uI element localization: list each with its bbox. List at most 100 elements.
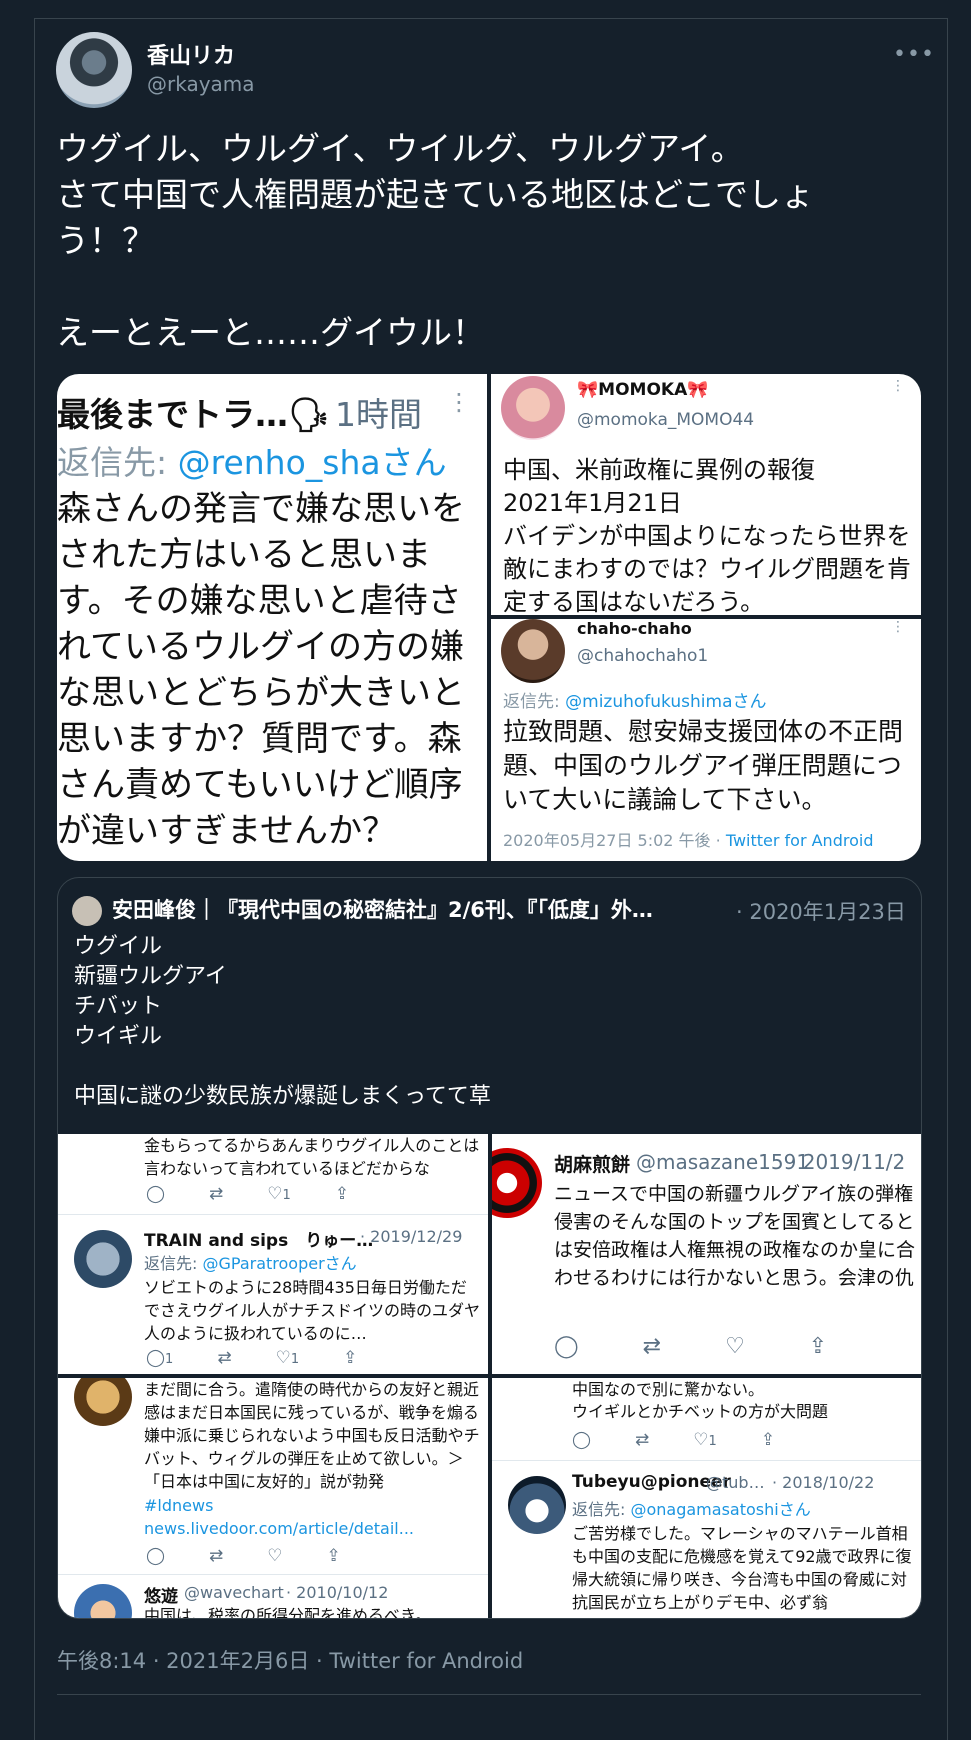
- divider: [57, 1694, 921, 1695]
- snippet-text: ニュースで中国の新疆ウルグアイ族の弾権侵害のそんな国のトップを国賓としてるとは安…: [554, 1183, 916, 1289]
- reply-prefix: 返信先:: [57, 443, 178, 482]
- snippet-avatar: [508, 1476, 566, 1534]
- divider: [492, 1460, 921, 1461]
- snippet-date: · 2019/12/29: [360, 1227, 463, 1246]
- like-icon: ♡: [267, 1546, 283, 1566]
- reply-prefix: 返信先:: [572, 1500, 631, 1519]
- share-icon: ⇪: [326, 1546, 341, 1566]
- snippet-actions: ◯ ⇄ ♡1 ⇪: [572, 1430, 819, 1450]
- reply-prefix: 返信先:: [503, 692, 566, 712]
- image-tweet-time: 1時間: [335, 395, 422, 434]
- retweet-icon: ⇄: [635, 1430, 650, 1450]
- more-horizontal-icon[interactable]: •••: [893, 42, 935, 67]
- snippet-avatar: [492, 1148, 542, 1218]
- snippet-avatar: [74, 1584, 132, 1618]
- quoted-avatar: [72, 896, 102, 926]
- snippet-handle: @tub…: [706, 1473, 765, 1492]
- media-image-1[interactable]: 最後までトラ…🗣 1時間 ⋮ 返信先: @renho_shaさん 森さんの発言で…: [57, 374, 487, 861]
- snippet-actions: ◯ ⇄ ♡1 ⇪: [146, 1184, 393, 1204]
- image-tweet-meta: 2020年05月27日 5:02 午後 · Twitter for Androi…: [503, 827, 873, 851]
- media-image-2[interactable]: 🎀MOMOKA🎀 @momoka_MOMO44 ⋮ 中国、米前政権に異例の報復 …: [491, 374, 921, 615]
- reply-icon: ◯: [554, 1334, 579, 1359]
- snippet-handle: @masazane1591: [636, 1150, 810, 1174]
- share-icon: ⇪: [760, 1430, 776, 1450]
- snippet-handle: @wavechart: [184, 1583, 284, 1602]
- tweet-media-grid[interactable]: 最後までトラ…🗣 1時間 ⋮ 返信先: @renho_shaさん 森さんの発言で…: [57, 374, 921, 861]
- divider: [58, 1214, 488, 1215]
- quoted-text: ウグイル 新疆ウルグアイ チバット ウイギル 中国に謎の少数民族が爆誕しまくって…: [74, 934, 491, 1109]
- snippet-date: · 2010/10/12: [286, 1583, 389, 1602]
- reply-count: 1: [165, 1352, 174, 1367]
- like-icon: ♡1: [693, 1430, 717, 1450]
- snippet-avatar: [74, 1230, 132, 1288]
- image-display-name: chaho-chaho: [577, 619, 692, 638]
- quoted-media-image-1[interactable]: 金もらってるからあんまりウグイル人のことは言わないって言われているほどだからな …: [58, 1134, 488, 1374]
- snippet-reply: 返信先: @GParatrooperさん: [144, 1250, 357, 1274]
- like-icon: ♡1: [275, 1348, 300, 1368]
- display-name[interactable]: 香山リカ: [147, 38, 235, 70]
- image-display-name: 🎀MOMOKA🎀: [577, 380, 709, 400]
- more-vertical-icon: ⋮: [891, 378, 905, 394]
- share-icon: ⇪: [343, 1348, 358, 1368]
- tweet-text: ウグイル、ウルグイ、ウイルグ、ウルグアイ。 さて中国で人権問題が起きている地区は…: [56, 129, 815, 352]
- quoted-tweet[interactable]: 安田峰俊｜『現代中国の秘密結社』2/6刊、『「低度」外… · 2020年1月23…: [57, 877, 922, 1619]
- retweet-icon: ⇄: [209, 1546, 224, 1566]
- snippet-avatar: [74, 1378, 132, 1426]
- snippet-actions: ◯ ⇄ ♡ ⇪: [146, 1546, 385, 1566]
- image-tweet-text: 拉致問題、慰安婦支援団体の不正問題、中国のウルグアイ弾圧問題について大いに議論し…: [503, 717, 904, 814]
- quoted-media-image-3[interactable]: まだ間に合う。遣隋使の時代からの友好と親近感はまだ日本国民に残っているが、戦争を…: [58, 1378, 488, 1618]
- quoted-display-name: 安田峰俊｜『現代中国の秘密結社』2/6刊、『「低度」外…: [112, 898, 653, 922]
- reply-to-handle: @mizuhofukushimaさん: [565, 692, 767, 712]
- snippet-text: 中国なので別に驚かない。: [572, 1380, 765, 1399]
- more-vertical-icon: ⋮: [447, 388, 471, 416]
- divider: [58, 1574, 488, 1575]
- like-count: 1: [708, 1434, 717, 1449]
- snippet-actions: ◯1 ⇄ ♡1 ⇪: [146, 1348, 401, 1368]
- share-icon: ⇪: [808, 1334, 828, 1359]
- quoted-media-image-4[interactable]: 中国なので別に驚かない。 ウイギルとかチベットの方が大問題 ◯ ⇄ ♡1 ⇪ Tube…: [492, 1378, 921, 1618]
- retweet-icon: ⇄: [217, 1348, 232, 1368]
- like-icon: ♡: [725, 1334, 745, 1359]
- reply-icon: ◯: [572, 1430, 592, 1450]
- share-icon: ⇪: [334, 1184, 350, 1204]
- image-tweet-text: 中国、米前政権に異例の報復 2021年1月21日 バイデンが中国よりになったら世…: [503, 456, 911, 615]
- snippet-link[interactable]: #ldnews news.livedoor.com/article/detail…: [144, 1494, 480, 1540]
- image-tweet-header: 最後までトラ…🗣: [57, 395, 330, 434]
- snippet-text: ウイギルとかチベットの方が大問題: [572, 1402, 829, 1421]
- image-reply-line: 返信先: @mizuhofukushimaさん: [503, 687, 766, 712]
- reply-to-handle: @renho_shaさん: [177, 443, 447, 482]
- image-handle: @chahochaho1: [577, 646, 709, 666]
- retweet-icon: ⇄: [209, 1184, 224, 1204]
- snippet-name: TRAIN and sips りゅー…: [144, 1231, 374, 1251]
- like-icon: ♡1: [267, 1184, 291, 1204]
- snippet-text: 金もらってるからあんまりウグイル人のことは言わないって言われているほどだからな: [144, 1136, 480, 1178]
- quoted-date: · 2020年1月23日: [736, 900, 906, 924]
- image-avatar: [501, 619, 565, 683]
- snippet-text: ご苦労様でした。マレーシャのマハテール首相も中国の支配に危機感を覚えて92歳で政…: [572, 1524, 912, 1612]
- snippet-text: 中国は、税率の所得分配を進めるべき。: [144, 1606, 432, 1618]
- user-handle[interactable]: @rkayama: [147, 72, 255, 96]
- snippet-name: 胡麻煎餅: [554, 1154, 631, 1176]
- avatar[interactable]: [56, 32, 132, 108]
- media-image-3[interactable]: chaho-chaho @chahochaho1 ⋮ 返信先: @mizuhof…: [491, 619, 921, 861]
- like-count: 1: [282, 1188, 291, 1203]
- image-tweet-text: 森さんの発言で嫌な思いをされた方はいると思います。その嫌な思いと虐待されているウ…: [57, 489, 465, 851]
- image-avatar: [501, 376, 565, 440]
- reply-icon: ◯: [146, 1184, 166, 1204]
- snippet-text: ソビエトのように28時間435日毎日労働ただでさえウグイル人がナチスドイツの時の…: [144, 1278, 481, 1343]
- snippet-actions: ◯ ⇄ ♡ ⇪: [554, 1334, 871, 1359]
- tweet-timestamp[interactable]: 午後8:14 · 2021年2月6日 · Twitter for Android: [57, 1645, 523, 1675]
- image-handle: @momoka_MOMO44: [577, 410, 755, 430]
- snippet-text: まだ間に合う。遣隋使の時代からの友好と親近感はまだ日本国民に残っているが、戦争を…: [144, 1380, 480, 1491]
- meta-client: Twitter for Android: [725, 831, 874, 850]
- reply-icon: ◯1: [146, 1348, 174, 1368]
- quoted-media-image-2[interactable]: 胡麻煎餅 @masazane1591 · 2019/11/2 ニュースで中国の新…: [492, 1134, 921, 1374]
- reply-to-handle: @onagamasatoshiさん: [630, 1500, 811, 1519]
- quoted-media-grid[interactable]: 金もらってるからあんまりウグイル人のことは言わないって言われているほどだからな …: [58, 1134, 921, 1618]
- snippet-date: · 2018/10/22: [772, 1473, 875, 1492]
- reply-prefix: 返信先:: [144, 1254, 203, 1273]
- snippet-reply: 返信先: @onagamasatoshiさん: [572, 1496, 811, 1520]
- reply-icon: ◯: [146, 1546, 166, 1566]
- image-reply-line: 返信先: @renho_shaさん: [57, 436, 447, 484]
- snippet-date: · 2019/11/2: [790, 1150, 906, 1174]
